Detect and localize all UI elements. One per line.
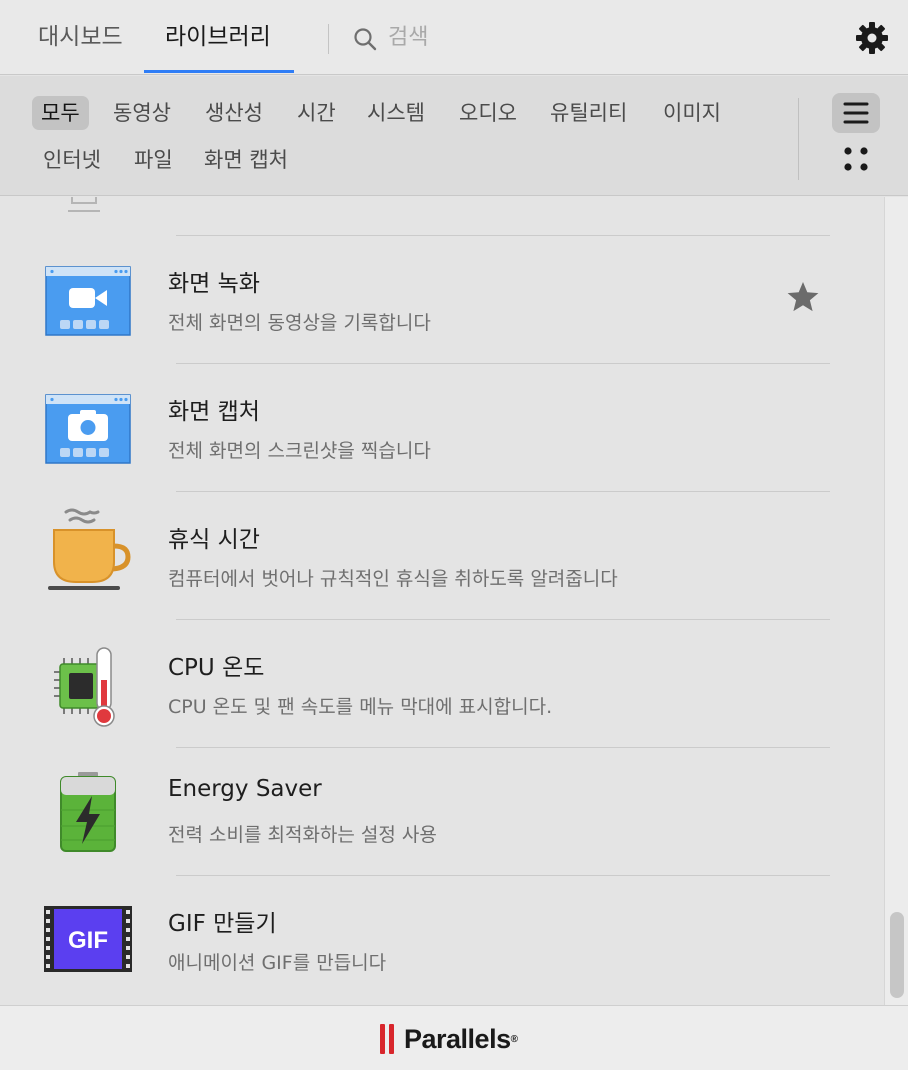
grid-view-icon[interactable] (840, 144, 872, 176)
list-item-title: CPU 온도 (168, 655, 265, 681)
list-item[interactable]: ​ (0, 197, 884, 235)
category-system[interactable]: 시스템 (358, 96, 434, 130)
list-item-screen-record[interactable]: 화면 녹화 전체 화면의 동영상을 기록합니다 (0, 236, 884, 364)
category-audio[interactable]: 오디오 (450, 96, 526, 130)
search-icon (354, 28, 377, 51)
category-screen-capture[interactable]: 화면 캡처 (195, 143, 297, 177)
scrollbar-track[interactable] (884, 197, 908, 1005)
list-item-make-gif[interactable]: GIF GIF 만들기 애니메이션 GIF를 만듭니다 (0, 876, 884, 1004)
list-item-desc: 전체 화면의 동영상을 기록합니다 (168, 312, 431, 334)
top-bar: 대시보드 라이브러리 (0, 0, 908, 75)
gear-icon[interactable] (854, 20, 890, 56)
cpu-thermometer-icon (54, 647, 115, 727)
list-item-cpu-temp[interactable]: CPU 온도 CPU 온도 및 팬 속도를 메뉴 막대에 표시합니다. (0, 620, 884, 748)
gif-film-icon: GIF (44, 906, 132, 972)
category-bar: 모두 동영상 생산성 시간 시스템 오디오 유틸리티 이미지 인터넷 파일 화면… (0, 76, 908, 196)
monitor-icon (68, 197, 100, 212)
parallels-bars-icon (378, 1024, 398, 1054)
favorite-star-icon[interactable] (786, 280, 820, 314)
active-tab-indicator (144, 70, 294, 73)
list-item-title: 화면 녹화 (168, 271, 260, 297)
coffee-cup-icon (48, 508, 131, 590)
footer: Parallels ® (0, 1005, 908, 1070)
list-item-title: 휴식 시간 (168, 527, 260, 553)
category-time[interactable]: 시간 (288, 96, 345, 130)
brand-registered-mark: ® (510, 1033, 518, 1045)
list-item-title: Energy Saver (168, 776, 322, 802)
list-item-desc: 전력 소비를 최적화하는 설정 사용 (168, 824, 437, 846)
tab-dashboard[interactable]: 대시보드 (38, 22, 123, 52)
category-all[interactable]: 모두 (32, 96, 89, 130)
list-item-desc: CPU 온도 및 팬 속도를 메뉴 막대에 표시합니다. (168, 696, 553, 718)
list-item-title: GIF 만들기 (168, 911, 277, 937)
category-files[interactable]: 파일 (125, 143, 182, 177)
divider (328, 24, 329, 54)
search-input[interactable] (388, 20, 788, 54)
list-item-energy-saver[interactable]: Energy Saver 전력 소비를 최적화하는 설정 사용 (0, 748, 884, 876)
gif-icon-label: GIF (68, 927, 108, 954)
library-list: ​ 화면 녹화 전체 화면의 동영상을 기록합니다 (0, 197, 884, 1005)
parallels-logo[interactable]: Parallels ® (378, 1022, 518, 1056)
list-item-break-time[interactable]: 휴식 시간 컴퓨터에서 벗어나 규칙적인 휴식을 취하도록 알려줍니다 (0, 492, 884, 620)
brand-name: Parallels (404, 1023, 511, 1054)
list-view-button[interactable] (832, 93, 880, 133)
category-utility[interactable]: 유틸리티 (541, 96, 636, 130)
list-item-desc: 전체 화면의 스크린샷을 찍습니다 (168, 440, 431, 462)
screen-record-icon (45, 266, 131, 336)
screen-capture-icon (45, 394, 131, 464)
list-item-title: 화면 캡처 (168, 399, 260, 425)
list-icon (843, 102, 869, 124)
list-item-desc: 컴퓨터에서 벗어나 규칙적인 휴식을 취하도록 알려줍니다 (168, 568, 618, 590)
scrollbar-thumb[interactable] (890, 912, 904, 998)
tab-library[interactable]: 라이브러리 (165, 22, 271, 52)
category-productivity[interactable]: 생산성 (196, 96, 272, 130)
battery-icon (60, 772, 116, 852)
list-item-desc: 애니메이션 GIF를 만듭니다 (168, 952, 387, 974)
category-internet[interactable]: 인터넷 (34, 143, 110, 177)
divider (798, 98, 799, 180)
list-item-screen-capture[interactable]: 화면 캡처 전체 화면의 스크린샷을 찍습니다 (0, 364, 884, 492)
category-image[interactable]: 이미지 (654, 96, 730, 130)
category-video[interactable]: 동영상 (104, 96, 180, 130)
